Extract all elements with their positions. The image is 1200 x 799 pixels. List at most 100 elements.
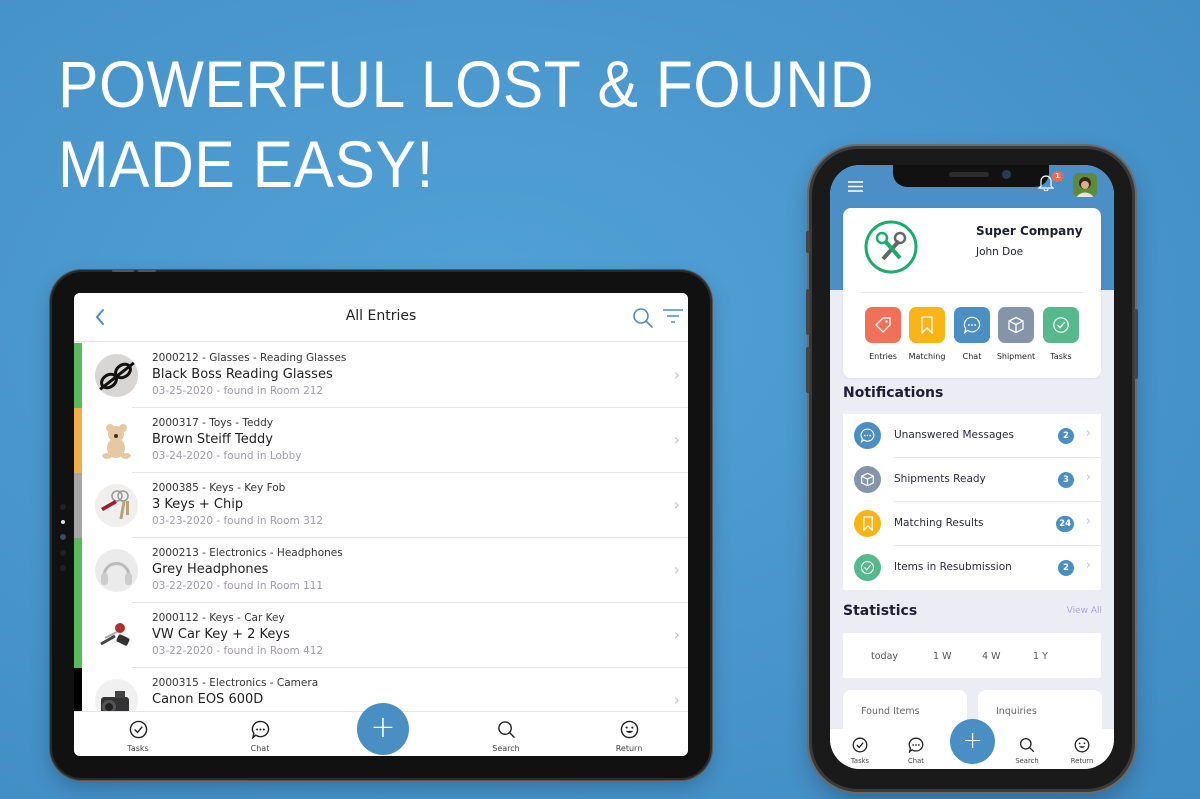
tablet-camera-lens <box>60 534 66 540</box>
entry-row[interactable]: 2000317 - Toys - Teddy Brown Steiff Tedd… <box>74 408 688 473</box>
check-circle-icon <box>129 720 147 739</box>
filter-button[interactable] <box>662 307 684 329</box>
bookmark-icon <box>862 516 873 531</box>
tab-label: Return <box>615 744 643 753</box>
chat-icon <box>963 316 981 334</box>
entry-detail: 03-24-2020 - found in Lobby <box>152 450 302 462</box>
entry-row[interactable]: 2000213 - Electronics - Headphones Grey … <box>74 538 688 603</box>
entry-title: Grey Headphones <box>152 562 269 577</box>
quick-action-entries[interactable]: Entries <box>861 307 905 361</box>
entry-meta: 2000213 - Electronics - Headphones <box>152 547 343 559</box>
add-entry-button[interactable]: + <box>357 703 409 755</box>
quick-action-label: Shipment <box>996 352 1036 361</box>
menu-button[interactable] <box>848 177 863 196</box>
tab-search[interactable]: Search <box>1007 737 1047 765</box>
quick-action-label: Tasks <box>1050 352 1072 361</box>
entry-meta: 2000315 - Electronics - Camera <box>152 677 319 689</box>
check-circle-icon <box>860 560 875 575</box>
quick-action-matching[interactable]: Matching <box>905 307 949 361</box>
period-1y[interactable]: 1 Y <box>1033 651 1048 662</box>
tablet-tab-bar: Tasks Chat + Search Return <box>74 703 688 756</box>
avatar[interactable] <box>1073 173 1097 197</box>
search-icon <box>1019 737 1035 753</box>
period-today[interactable]: today <box>871 651 898 662</box>
box-icon <box>1008 316 1024 334</box>
quick-action-label: Entries <box>869 352 897 361</box>
notification-icon-circle <box>854 554 881 581</box>
notification-icon-circle <box>854 422 881 449</box>
chevron-right-icon: › <box>1085 514 1091 529</box>
card-divider <box>861 292 1083 293</box>
chevron-right-icon: › <box>1085 426 1091 441</box>
quick-action-label: Chat <box>962 352 982 361</box>
tab-return[interactable]: Return <box>599 720 659 753</box>
entry-row[interactable]: 2000212 - Glasses - Reading Glasses Blac… <box>74 343 688 408</box>
quick-action-tile <box>865 307 901 343</box>
tab-label: Chat <box>908 757 924 765</box>
speaker-grille <box>949 172 989 177</box>
company-card: Super Company John Doe Entries Matching <box>843 208 1101 378</box>
quick-action-tile <box>998 307 1034 343</box>
entry-title: 3 Keys + Chip <box>152 497 244 512</box>
tablet-device: All Entries 2000212 - Glasses - Reading … <box>52 269 710 778</box>
company-name: Super Company <box>976 224 1083 238</box>
check-circle-icon <box>1053 317 1069 333</box>
tab-tasks[interactable]: Tasks <box>840 737 880 765</box>
notification-badge: 1 <box>1052 171 1063 182</box>
entry-row[interactable]: 2000385 - Keys - Key Fob 3 Keys + Chip 0… <box>74 473 688 538</box>
quick-action-tile <box>909 307 945 343</box>
quick-action-tile <box>1043 307 1079 343</box>
chevron-right-icon: › <box>673 690 680 709</box>
stat-label: Found Items <box>861 706 920 717</box>
period-selector: today 1 W 4 W 1 Y <box>843 633 1101 678</box>
tab-search[interactable]: Search <box>476 720 536 753</box>
notification-row[interactable]: Matching Results 24 › <box>843 502 1101 546</box>
notification-row[interactable]: Unanswered Messages 2 › <box>843 414 1101 458</box>
notification-row[interactable]: Shipments Ready 3 › <box>843 458 1101 502</box>
company-logo <box>863 219 919 279</box>
front-camera <box>1002 170 1011 179</box>
status-bar <box>74 343 82 408</box>
count-badge: 2 <box>1058 560 1074 576</box>
phone-screen: 1 Super Company John Doe Entries Matchin… <box>830 165 1114 769</box>
chevron-right-icon: › <box>673 560 680 579</box>
tablet-sensor-dot <box>60 504 66 510</box>
entry-thumbnail-teddy <box>95 419 138 462</box>
entry-meta: 2000212 - Glasses - Reading Glasses <box>152 352 347 364</box>
status-bar <box>74 473 82 538</box>
tab-return[interactable]: Return <box>1062 737 1102 765</box>
quick-action-chat[interactable]: Chat <box>950 307 994 361</box>
tab-chat[interactable]: Chat <box>896 737 936 765</box>
quick-action-tasks[interactable]: Tasks <box>1039 307 1083 361</box>
view-all-link[interactable]: View All <box>1067 606 1102 616</box>
headline: POWERFUL LOST & FOUND MADE EASY! <box>58 44 874 204</box>
quick-action-shipment[interactable]: Shipment <box>994 307 1038 361</box>
notification-label: Shipments Ready <box>894 473 986 485</box>
tablet-sensor-dot <box>60 565 66 571</box>
phone-device: 1 Super Company John Doe Entries Matchin… <box>806 149 1138 789</box>
entry-meta: 2000385 - Keys - Key Fob <box>152 482 286 494</box>
notification-row[interactable]: Items in Resubmission 2 › <box>843 546 1101 590</box>
entry-thumbnail-glasses <box>95 354 138 397</box>
entry-row[interactable]: 2000112 - Keys - Car Key VW Car Key + 2 … <box>74 603 688 668</box>
period-1w[interactable]: 1 W <box>933 651 951 662</box>
entry-thumbnail-keys <box>95 484 138 527</box>
chevron-right-icon: › <box>673 365 680 384</box>
entries-header: All Entries <box>74 293 688 342</box>
status-bar <box>74 408 82 473</box>
search-icon <box>633 308 653 328</box>
tab-chat[interactable]: Chat <box>230 720 290 753</box>
period-4w[interactable]: 4 W <box>982 651 1000 662</box>
page-title: All Entries <box>345 308 417 324</box>
chat-icon <box>860 428 875 443</box>
add-entry-button[interactable]: + <box>950 719 995 764</box>
entry-detail: 03-25-2020 - found in Room 212 <box>152 385 324 397</box>
tab-label: Return <box>1070 757 1094 765</box>
count-badge: 2 <box>1058 428 1074 444</box>
notifications-list: Unanswered Messages 2 › Shipments Ready … <box>843 414 1101 590</box>
chevron-right-icon: › <box>673 495 680 514</box>
search-icon <box>497 721 515 739</box>
search-button[interactable] <box>632 307 654 333</box>
chevron-right-icon: › <box>1085 558 1091 573</box>
tab-tasks[interactable]: Tasks <box>108 720 168 753</box>
